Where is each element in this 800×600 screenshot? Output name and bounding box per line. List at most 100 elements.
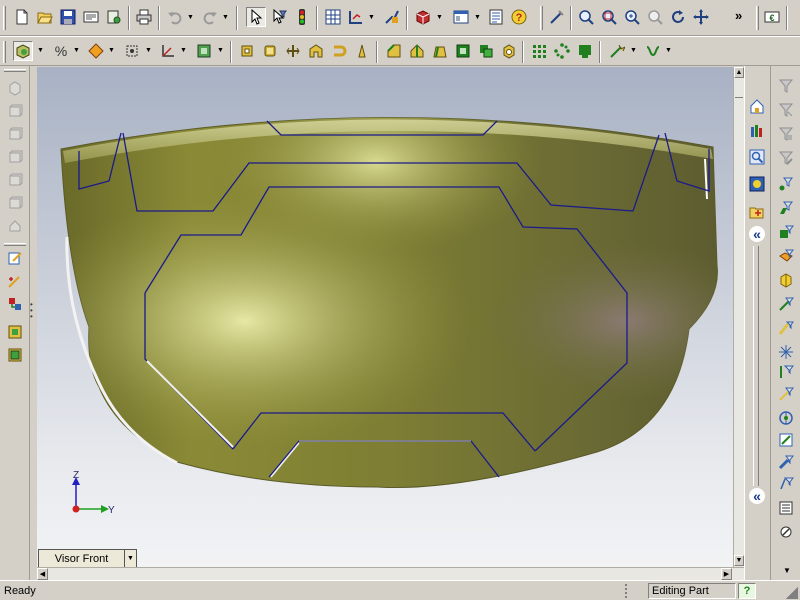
hidden-lines-dropdown-icon[interactable]: ▼ — [145, 47, 152, 54]
display-percent-icon[interactable]: % — [51, 41, 71, 61]
help-icon[interactable]: ? — [509, 7, 529, 27]
collapse-pane-icon[interactable]: « — [749, 226, 765, 242]
sweep-icon[interactable] — [283, 41, 303, 61]
linear-pattern-icon[interactable] — [529, 41, 549, 61]
view-tab-label[interactable]: Visor Front — [39, 553, 124, 565]
view-orientation-dropdown-icon[interactable]: ▼ — [37, 47, 44, 54]
toolbar-grip[interactable] — [4, 243, 26, 246]
pan-icon[interactable] — [691, 7, 711, 27]
zoom-to-fit-icon[interactable] — [576, 7, 596, 27]
reference-plane-icon[interactable] — [776, 408, 796, 428]
smart-mate-icon[interactable] — [382, 7, 402, 27]
help-status-icon[interactable]: ? — [738, 583, 756, 599]
file-explorer-icon[interactable] — [747, 202, 767, 222]
select-filter-icon[interactable] — [269, 7, 289, 27]
reference-geometry-icon[interactable] — [5, 322, 25, 342]
panel-splitter-grip[interactable]: • • • — [30, 301, 33, 321]
spline-dropdown-icon[interactable]: ▼ — [665, 47, 672, 54]
face-filter-icon[interactable] — [776, 222, 796, 242]
redo-icon[interactable] — [200, 7, 220, 27]
scroll-left-icon[interactable]: ◀ — [37, 568, 48, 580]
spline-icon[interactable] — [643, 41, 663, 61]
component-icon[interactable] — [5, 345, 25, 365]
view-tab-dropdown-icon[interactable]: ▼ — [124, 550, 136, 567]
dimension-dropdown-icon[interactable]: ▼ — [368, 14, 375, 21]
rib-icon[interactable] — [407, 41, 427, 61]
expand-pane-icon[interactable]: « — [749, 488, 765, 504]
3d-box-dropdown-icon[interactable]: ▼ — [436, 14, 443, 21]
dimension-icon[interactable] — [346, 7, 366, 27]
scroll-down-icon[interactable]: ▼ — [734, 555, 744, 566]
zoom-to-selection-icon[interactable] — [645, 7, 665, 27]
plane-icon[interactable] — [776, 198, 796, 218]
toolbar-grip[interactable] — [540, 6, 543, 30]
hidden-lines-icon[interactable] — [122, 41, 142, 61]
scroll-splitter[interactable] — [735, 97, 743, 103]
appearances-icon[interactable] — [747, 174, 767, 194]
curve-icon[interactable] — [607, 41, 627, 61]
pattern-icon[interactable] — [476, 41, 496, 61]
box-icon[interactable] — [5, 124, 25, 144]
print-preview-icon[interactable] — [81, 7, 101, 27]
toolbar-grip[interactable] — [4, 69, 26, 72]
zoom-in-out-icon[interactable] — [622, 7, 642, 27]
relations-icon[interactable] — [5, 294, 25, 314]
shell-hollow-icon[interactable] — [453, 41, 473, 61]
measure-icon[interactable] — [776, 384, 796, 404]
properties-icon[interactable] — [486, 7, 506, 27]
sketch-pen-icon[interactable] — [5, 248, 25, 268]
window-dropdown-icon[interactable]: ▼ — [474, 14, 481, 21]
search-icon[interactable] — [747, 147, 767, 167]
visor-model[interactable]: Z Y — [37, 67, 733, 567]
open-file-icon[interactable] — [35, 7, 55, 27]
box-icon[interactable] — [5, 216, 25, 236]
home-icon[interactable] — [747, 96, 767, 116]
rebuild-traffic-light-icon[interactable] — [292, 7, 312, 27]
wrap-icon[interactable] — [575, 41, 595, 61]
vertical-scrollbar[interactable]: ▲ ▼ — [733, 67, 744, 567]
graphics-area[interactable]: Z Y — [37, 67, 733, 567]
box-icon[interactable] — [5, 78, 25, 98]
revolve-icon[interactable] — [260, 41, 280, 61]
zoom-to-area-icon[interactable] — [599, 7, 619, 27]
save-icon[interactable] — [58, 7, 78, 27]
temp-axis-icon[interactable] — [776, 362, 796, 382]
undo-dropdown-icon[interactable]: ▼ — [187, 14, 194, 21]
window-arrange-icon[interactable] — [451, 7, 471, 27]
options-icon[interactable] — [104, 7, 124, 27]
shell-icon[interactable] — [329, 41, 349, 61]
section-icon[interactable] — [776, 474, 796, 494]
scroll-up-icon[interactable]: ▲ — [734, 67, 744, 78]
design-library-icon[interactable] — [747, 121, 767, 141]
loft-icon[interactable] — [306, 41, 326, 61]
edge-icon[interactable] — [776, 294, 796, 314]
new-document-icon[interactable] — [12, 7, 32, 27]
circular-pattern-icon[interactable] — [552, 41, 572, 61]
fillet-icon[interactable] — [352, 41, 372, 61]
toolbar-grip[interactable] — [756, 6, 759, 30]
box-icon[interactable] — [5, 193, 25, 213]
draft-icon[interactable] — [430, 41, 450, 61]
axis-icon[interactable] — [776, 342, 796, 362]
extrude-icon[interactable] — [237, 41, 257, 61]
coordinate-system-icon[interactable] — [776, 430, 796, 450]
curve-dropdown-icon[interactable]: ▼ — [630, 47, 637, 54]
filter-icon[interactable] — [776, 76, 796, 96]
view-orientation-icon[interactable] — [13, 41, 33, 61]
filter-vertices-icon[interactable] — [776, 148, 796, 168]
display-mode-icon[interactable] — [86, 41, 106, 61]
display-percent-dropdown-icon[interactable]: ▼ — [73, 47, 80, 54]
3d-box-icon[interactable] — [413, 7, 433, 27]
undo-icon[interactable] — [165, 7, 185, 27]
tree-icon[interactable] — [776, 498, 796, 518]
grid-icon[interactable] — [323, 7, 343, 27]
horizontal-scrollbar[interactable]: ◀ ▶ — [37, 567, 744, 580]
point-icon[interactable] — [776, 174, 796, 194]
coordinate-icon[interactable] — [158, 41, 178, 61]
filter-edges-icon[interactable] — [776, 100, 796, 120]
mirror-icon[interactable] — [499, 41, 519, 61]
chamfer-icon[interactable] — [384, 41, 404, 61]
cube-icon[interactable] — [776, 246, 796, 266]
scroll-right-icon[interactable]: ▶ — [721, 568, 732, 580]
filter-faces-icon[interactable] — [776, 124, 796, 144]
